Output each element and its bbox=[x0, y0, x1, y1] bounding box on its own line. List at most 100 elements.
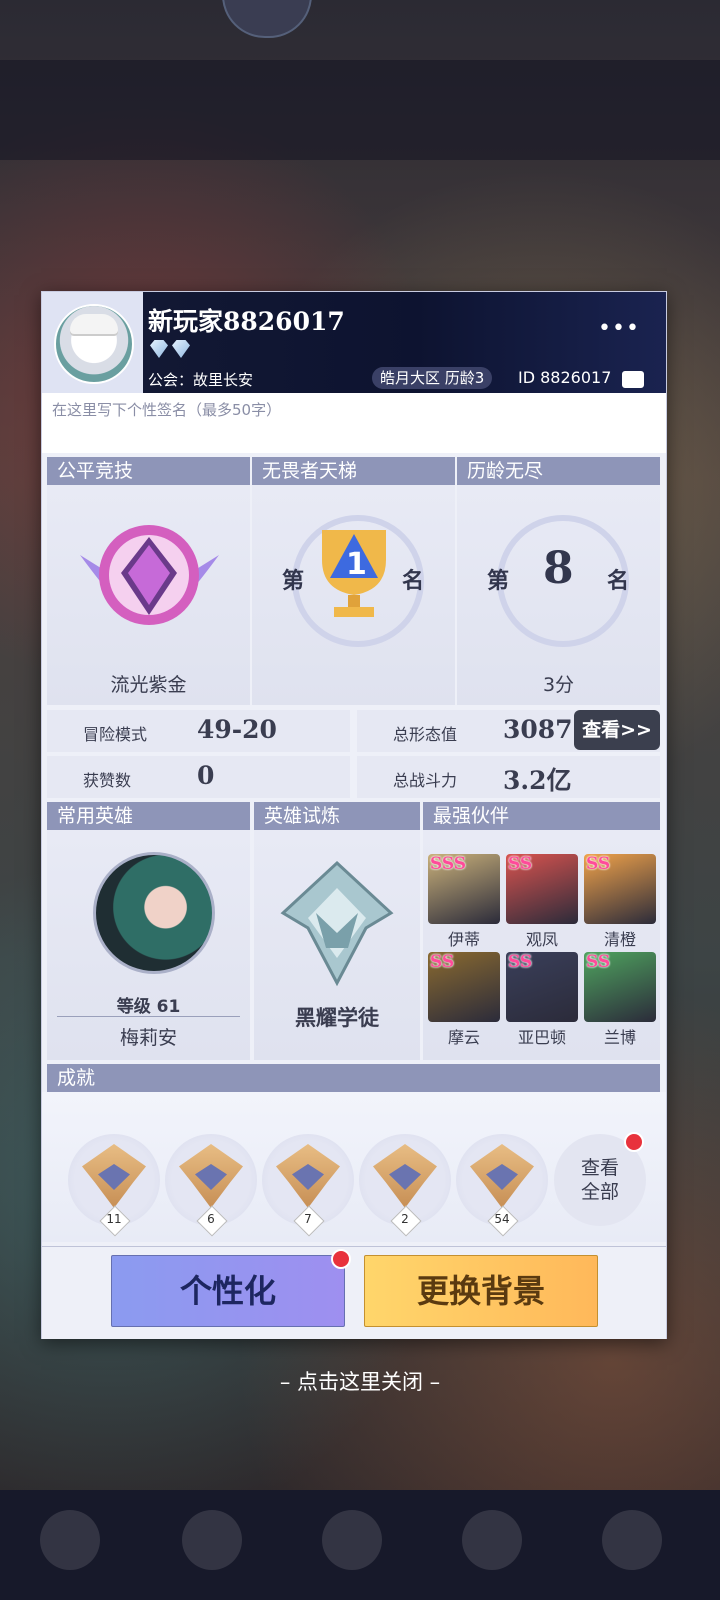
achievement-badge[interactable]: 7 bbox=[262, 1134, 354, 1237]
rank-number-ladder: 1 bbox=[346, 547, 367, 582]
player-id: ID 8826017 bbox=[518, 368, 612, 387]
hero-name: 梅莉安 bbox=[119, 1027, 177, 1049]
achievement-badge[interactable]: 11 bbox=[68, 1134, 160, 1237]
achievement-icon bbox=[82, 1144, 146, 1208]
hero-level: 等级 61 bbox=[116, 997, 181, 1017]
trial-rank: 黑耀学徒 bbox=[295, 1005, 379, 1030]
rank-suffix: 名 bbox=[607, 569, 630, 594]
rank-prefix: 第 bbox=[282, 569, 305, 594]
partner-portrait[interactable]: SS bbox=[584, 952, 656, 1022]
purple-gold-rank-icon bbox=[80, 525, 219, 625]
achievement-count: 11 bbox=[106, 1212, 122, 1226]
partner-portrait[interactable]: SSS bbox=[428, 854, 500, 924]
grade-badge: SS bbox=[508, 854, 533, 874]
rank-title-ladder: 无畏者天梯 bbox=[252, 457, 455, 485]
partners-card[interactable]: SSS 伊蒂 SS 观凤 SS 清橙 SS 摩云 SS 亚巴顿 SS 兰博 bbox=[423, 830, 660, 1060]
diamond-icon bbox=[150, 340, 168, 358]
customize-button[interactable]: 个性化 bbox=[111, 1255, 345, 1327]
rank-prefix: 第 bbox=[487, 569, 510, 594]
nav-tab-icon bbox=[322, 1510, 382, 1570]
rank-title-fair: 公平竞技 bbox=[47, 457, 250, 485]
rank-card-endless[interactable]: 第 8 名 3分 bbox=[457, 485, 660, 705]
nav-tab-icon bbox=[602, 1510, 662, 1570]
nav-tab-icon bbox=[462, 1510, 522, 1570]
hero-portrait bbox=[93, 852, 215, 974]
achievement-icon bbox=[179, 1144, 243, 1208]
achievement-count: 54 bbox=[494, 1212, 510, 1226]
avatar-frame[interactable] bbox=[42, 292, 143, 393]
stat-value: 49-20 bbox=[197, 715, 277, 744]
favorite-hero-card[interactable]: 等级 61 梅莉安 bbox=[47, 830, 250, 1060]
partner-portrait[interactable]: SS bbox=[428, 952, 500, 1022]
rank-label-fair: 流光紫金 bbox=[110, 674, 187, 696]
partner-name: 观凤 bbox=[525, 930, 558, 949]
player-name: 新玩家8826017 bbox=[148, 307, 345, 336]
partner-name: 伊蒂 bbox=[447, 930, 480, 949]
notification-dot bbox=[624, 1132, 644, 1152]
profile-header: 新玩家8826017 公会：故里长安 ••• 皓月大区 历龄3 ID 88260… bbox=[42, 292, 666, 393]
avatar[interactable] bbox=[54, 304, 134, 384]
hero-trial-card[interactable]: 黑耀学徒 bbox=[254, 830, 420, 1060]
action-bar: 个性化 更换背景 bbox=[42, 1246, 666, 1339]
grade-badge: SS bbox=[586, 952, 611, 972]
partner-portrait[interactable]: SS bbox=[584, 854, 656, 924]
stat-adventure: 冒险模式 49-20 bbox=[47, 710, 350, 752]
divider bbox=[57, 1016, 240, 1017]
partner-name: 兰博 bbox=[603, 1028, 636, 1047]
stat-label: 冒险模式 bbox=[83, 725, 148, 744]
background-bottom-nav bbox=[0, 1490, 720, 1600]
notification-dot bbox=[331, 1249, 351, 1269]
partner-portrait[interactable]: SS bbox=[506, 952, 578, 1022]
grade-badge: SS bbox=[430, 952, 455, 972]
rank-title-endless: 历龄无尽 bbox=[457, 457, 660, 485]
signature-input[interactable]: 在这里写下个性签名（最多50字） bbox=[42, 393, 666, 453]
achievement-icon bbox=[470, 1144, 534, 1208]
stat-value: 0 bbox=[197, 761, 215, 790]
partner-name: 摩云 bbox=[447, 1028, 480, 1047]
section-title-achievements: 成就 bbox=[47, 1064, 660, 1092]
see-all-label: 查看 全部 bbox=[580, 1157, 619, 1203]
grade-badge: SS bbox=[508, 952, 533, 972]
rank-card-ladder[interactable]: 第 1 名 bbox=[252, 485, 455, 705]
stat-label: 获赞数 bbox=[83, 771, 132, 790]
copy-icon[interactable] bbox=[622, 371, 644, 388]
background-top-bar bbox=[0, 60, 720, 160]
stat-value: 3.2亿 bbox=[503, 766, 572, 795]
partner-name: 清橙 bbox=[603, 930, 636, 949]
nav-tab-icon bbox=[182, 1510, 242, 1570]
stat-label: 总形态值 bbox=[393, 725, 458, 744]
achievement-count: 2 bbox=[401, 1212, 409, 1226]
stat-likes: 获赞数 0 bbox=[47, 756, 350, 798]
more-options-button[interactable]: ••• bbox=[598, 316, 640, 341]
achievement-badge[interactable]: 54 bbox=[456, 1134, 548, 1237]
stat-label: 总战斗力 bbox=[393, 771, 458, 790]
section-title-trial: 英雄试炼 bbox=[254, 802, 420, 830]
achievement-badge[interactable]: 2 bbox=[359, 1134, 451, 1237]
stat-power: 总战斗力 3.2亿 bbox=[357, 756, 660, 798]
change-background-button[interactable]: 更换背景 bbox=[364, 1255, 598, 1327]
rank-number-endless: 8 bbox=[543, 543, 574, 594]
vip-gems bbox=[150, 340, 194, 362]
rank-score-endless: 3分 bbox=[542, 674, 575, 696]
achievement-count: 7 bbox=[304, 1212, 312, 1226]
signature-placeholder: 在这里写下个性签名（最多50字） bbox=[52, 401, 282, 419]
achievements-row: 11 6 7 2 54 查看 全部 bbox=[42, 1092, 666, 1242]
achievement-badge[interactable]: 6 bbox=[165, 1134, 257, 1237]
rank-suffix: 名 bbox=[402, 569, 425, 594]
view-form-button[interactable]: 查看>> bbox=[574, 710, 660, 750]
partner-portrait[interactable]: SS bbox=[506, 854, 578, 924]
achievement-count: 6 bbox=[207, 1212, 215, 1226]
guild-name: 公会：故里长安 bbox=[148, 371, 254, 389]
top-menu-icon bbox=[222, 0, 312, 38]
nav-tab-icon bbox=[40, 1510, 100, 1570]
partner-name: 亚巴顿 bbox=[517, 1028, 566, 1047]
server-badge: 皓月大区 历龄3 bbox=[372, 367, 493, 389]
crown-icon bbox=[280, 860, 394, 987]
diamond-icon bbox=[172, 340, 190, 358]
grade-badge: SSS bbox=[430, 854, 467, 874]
rank-card-fair[interactable]: 流光紫金 bbox=[47, 485, 250, 705]
achievement-icon bbox=[373, 1144, 437, 1208]
profile-panel: 新玩家8826017 公会：故里长安 ••• 皓月大区 历龄3 ID 88260… bbox=[41, 291, 667, 1339]
achievement-icon bbox=[276, 1144, 340, 1208]
close-hint-button[interactable]: – 点击这里关闭 – bbox=[0, 1366, 720, 1396]
